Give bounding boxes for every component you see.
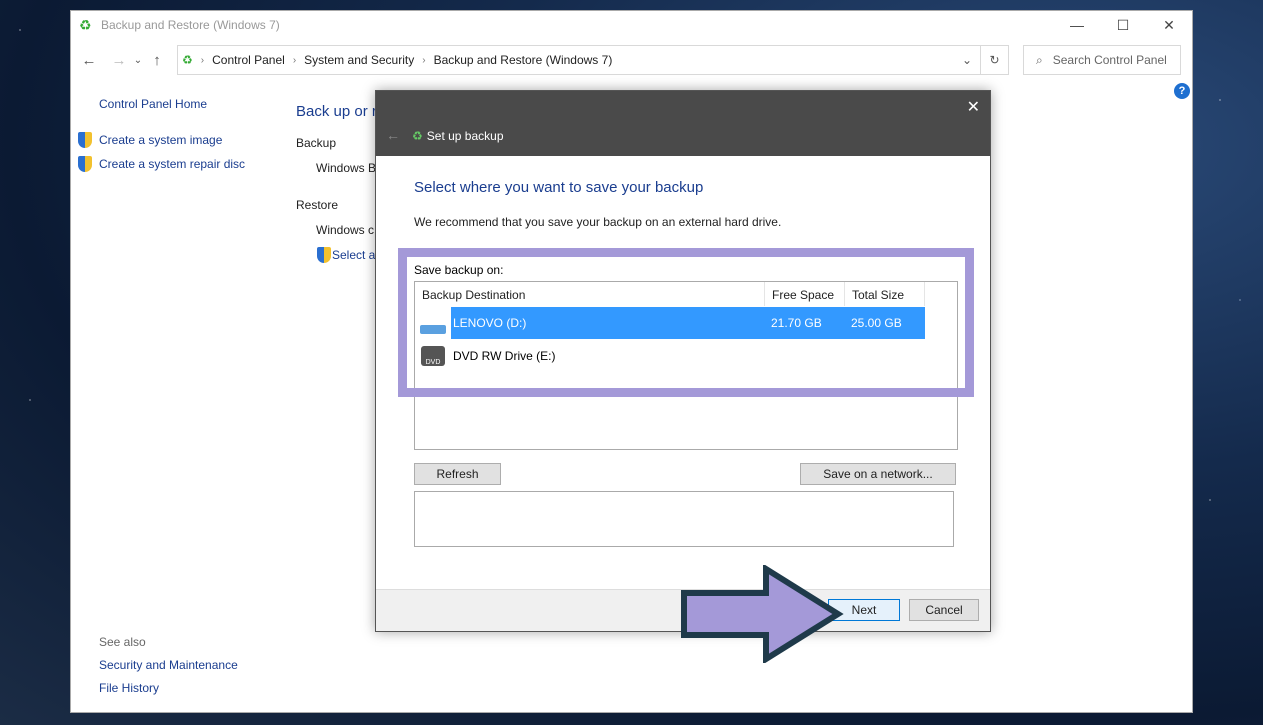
save-backup-on-label: Save backup on:: [414, 263, 504, 277]
dialog-heading: Select where you want to save your backu…: [414, 179, 704, 196]
recommendation-text: We recommend that you save your backup o…: [414, 215, 782, 229]
see-also-label: See also: [99, 635, 146, 649]
column-backup-destination[interactable]: Backup Destination: [415, 282, 765, 306]
search-placeholder: Search Control Panel: [1052, 53, 1167, 67]
select-restore-link[interactable]: Select ar: [332, 248, 379, 262]
search-input[interactable]: ⌕ Search Control Panel: [1023, 45, 1181, 75]
arrow-annotation-icon: [681, 565, 844, 663]
total-size: 25.00 GB: [845, 307, 925, 339]
dialog-title: Set up backup: [426, 129, 504, 143]
breadcrumb-system-security[interactable]: System and Security: [304, 53, 414, 67]
title-bar: ♻ Backup and Restore (Windows 7): [71, 11, 1192, 39]
search-icon: ⌕: [1036, 52, 1043, 67]
refresh-button[interactable]: Refresh: [414, 463, 501, 485]
restore-section-label: Restore: [296, 198, 339, 212]
close-button[interactable]: ✕: [1146, 11, 1192, 39]
dialog-header: ✕ ← ♻ Set up backup: [376, 91, 990, 156]
set-up-backup-dialog: ✕ ← ♻ Set up backup Select where you want…: [375, 90, 991, 632]
info-box: [414, 491, 954, 547]
window-title: Backup and Restore (Windows 7): [101, 18, 280, 32]
dvd-drive-icon: DVD: [415, 346, 451, 366]
backup-icon: ♻: [79, 17, 92, 33]
shield-icon: [78, 156, 92, 172]
forward-arrow-icon[interactable]: →: [107, 52, 131, 69]
list-header: Backup Destination Free Space Total Size: [415, 282, 957, 306]
destination-list[interactable]: Backup Destination Free Space Total Size…: [414, 281, 958, 450]
list-item[interactable]: DVD DVD RW Drive (E:): [415, 340, 927, 372]
refresh-button[interactable]: ↻: [981, 45, 1009, 75]
minimize-button[interactable]: —: [1054, 11, 1100, 39]
create-repair-disc-link[interactable]: Create a system repair disc: [99, 157, 245, 171]
shield-icon: [317, 247, 331, 263]
maximize-button[interactable]: ☐: [1100, 11, 1146, 39]
recent-chevron-icon[interactable]: ⌄: [131, 55, 145, 66]
shield-icon: [78, 132, 92, 148]
save-on-network-button[interactable]: Save on a network...: [800, 463, 956, 485]
cancel-button[interactable]: Cancel: [909, 599, 979, 621]
dialog-close-button[interactable]: ✕: [967, 97, 980, 117]
backup-status-text: Windows B: [316, 161, 377, 175]
help-icon[interactable]: ?: [1174, 83, 1190, 99]
list-item[interactable]: LENOVO (D:) 21.70 GB 25.00 GB: [415, 307, 927, 339]
breadcrumb-backup-restore[interactable]: Backup and Restore (Windows 7): [434, 53, 613, 67]
backup-section-label: Backup: [296, 136, 337, 150]
security-maintenance-link[interactable]: Security and Maintenance: [99, 658, 238, 672]
free-space: 21.70 GB: [765, 307, 845, 339]
backup-icon: ♻: [412, 129, 423, 143]
column-total-size[interactable]: Total Size: [845, 282, 925, 306]
breadcrumb-control-panel[interactable]: Control Panel: [212, 53, 285, 67]
chevron-down-icon[interactable]: ⌄: [962, 53, 972, 67]
address-bar[interactable]: ♻ › Control Panel › System and Security › B…: [177, 45, 981, 75]
dialog-back-arrow-icon[interactable]: ←: [386, 127, 400, 143]
hard-drive-icon: [415, 313, 451, 334]
control-panel-home-link[interactable]: Control Panel Home: [99, 97, 207, 111]
file-history-link[interactable]: File History: [99, 681, 159, 695]
page-heading: Back up or r: [296, 103, 377, 120]
restore-status-text: Windows c: [316, 223, 375, 237]
destination-name: LENOVO (D:): [451, 307, 765, 339]
create-system-image-link[interactable]: Create a system image: [99, 133, 222, 147]
up-arrow-icon[interactable]: ↑: [145, 52, 169, 69]
back-arrow-icon[interactable]: ←: [77, 52, 101, 69]
destination-name: DVD RW Drive (E:): [453, 349, 556, 363]
column-free-space[interactable]: Free Space: [765, 282, 845, 306]
control-panel-icon: ♻: [182, 53, 193, 67]
